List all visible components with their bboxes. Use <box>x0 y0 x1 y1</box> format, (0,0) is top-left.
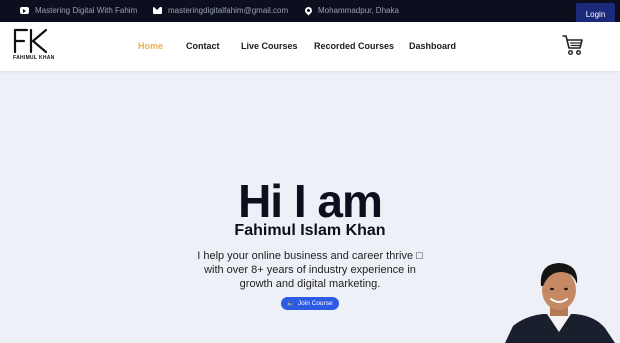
envelope-icon <box>153 7 162 14</box>
email-contact[interactable]: masteringdigitalfahim@gmail.com <box>153 6 288 15</box>
youtube-icon <box>20 7 29 14</box>
location-text: Mohammadpur, Dhaka <box>318 6 399 15</box>
hero-description: I help your online business and career t… <box>197 250 423 290</box>
map-pin-icon <box>303 5 314 16</box>
nav-recorded-courses[interactable]: Recorded Courses <box>314 41 394 51</box>
nav-home[interactable]: Home <box>138 41 163 51</box>
nav-live-courses[interactable]: Live Courses <box>241 41 298 51</box>
nav-dashboard[interactable]: Dashboard <box>409 41 456 51</box>
youtube-channel[interactable]: Mastering Digital With Fahim <box>20 6 137 15</box>
join-course-label: Join Course <box>297 300 333 307</box>
top-bar: Mastering Digital With Fahim masteringdi… <box>0 0 620 22</box>
profile-photo <box>505 263 615 343</box>
main-nav: Home Contact Live Courses Recorded Cours… <box>0 41 620 53</box>
hero-name: Fahimul Islam Khan <box>234 222 386 239</box>
navbar: FAHIMUL KHAN Home Contact Live Courses R… <box>0 22 620 71</box>
nav-contact[interactable]: Contact <box>186 41 220 51</box>
hero-title: Hi I am <box>238 175 383 227</box>
channel-name: Mastering Digital With Fahim <box>35 6 138 15</box>
cart-icon[interactable] <box>562 34 584 56</box>
join-course-button[interactable]: 🔈 Join Course <box>281 297 339 310</box>
email-text: masteringdigitalfahim@gmail.com <box>168 6 289 15</box>
logo-text: FAHIMUL KHAN <box>13 55 55 61</box>
location-info: Mohammadpur, Dhaka <box>303 5 399 16</box>
megaphone-icon: 🔈 <box>287 301 295 307</box>
